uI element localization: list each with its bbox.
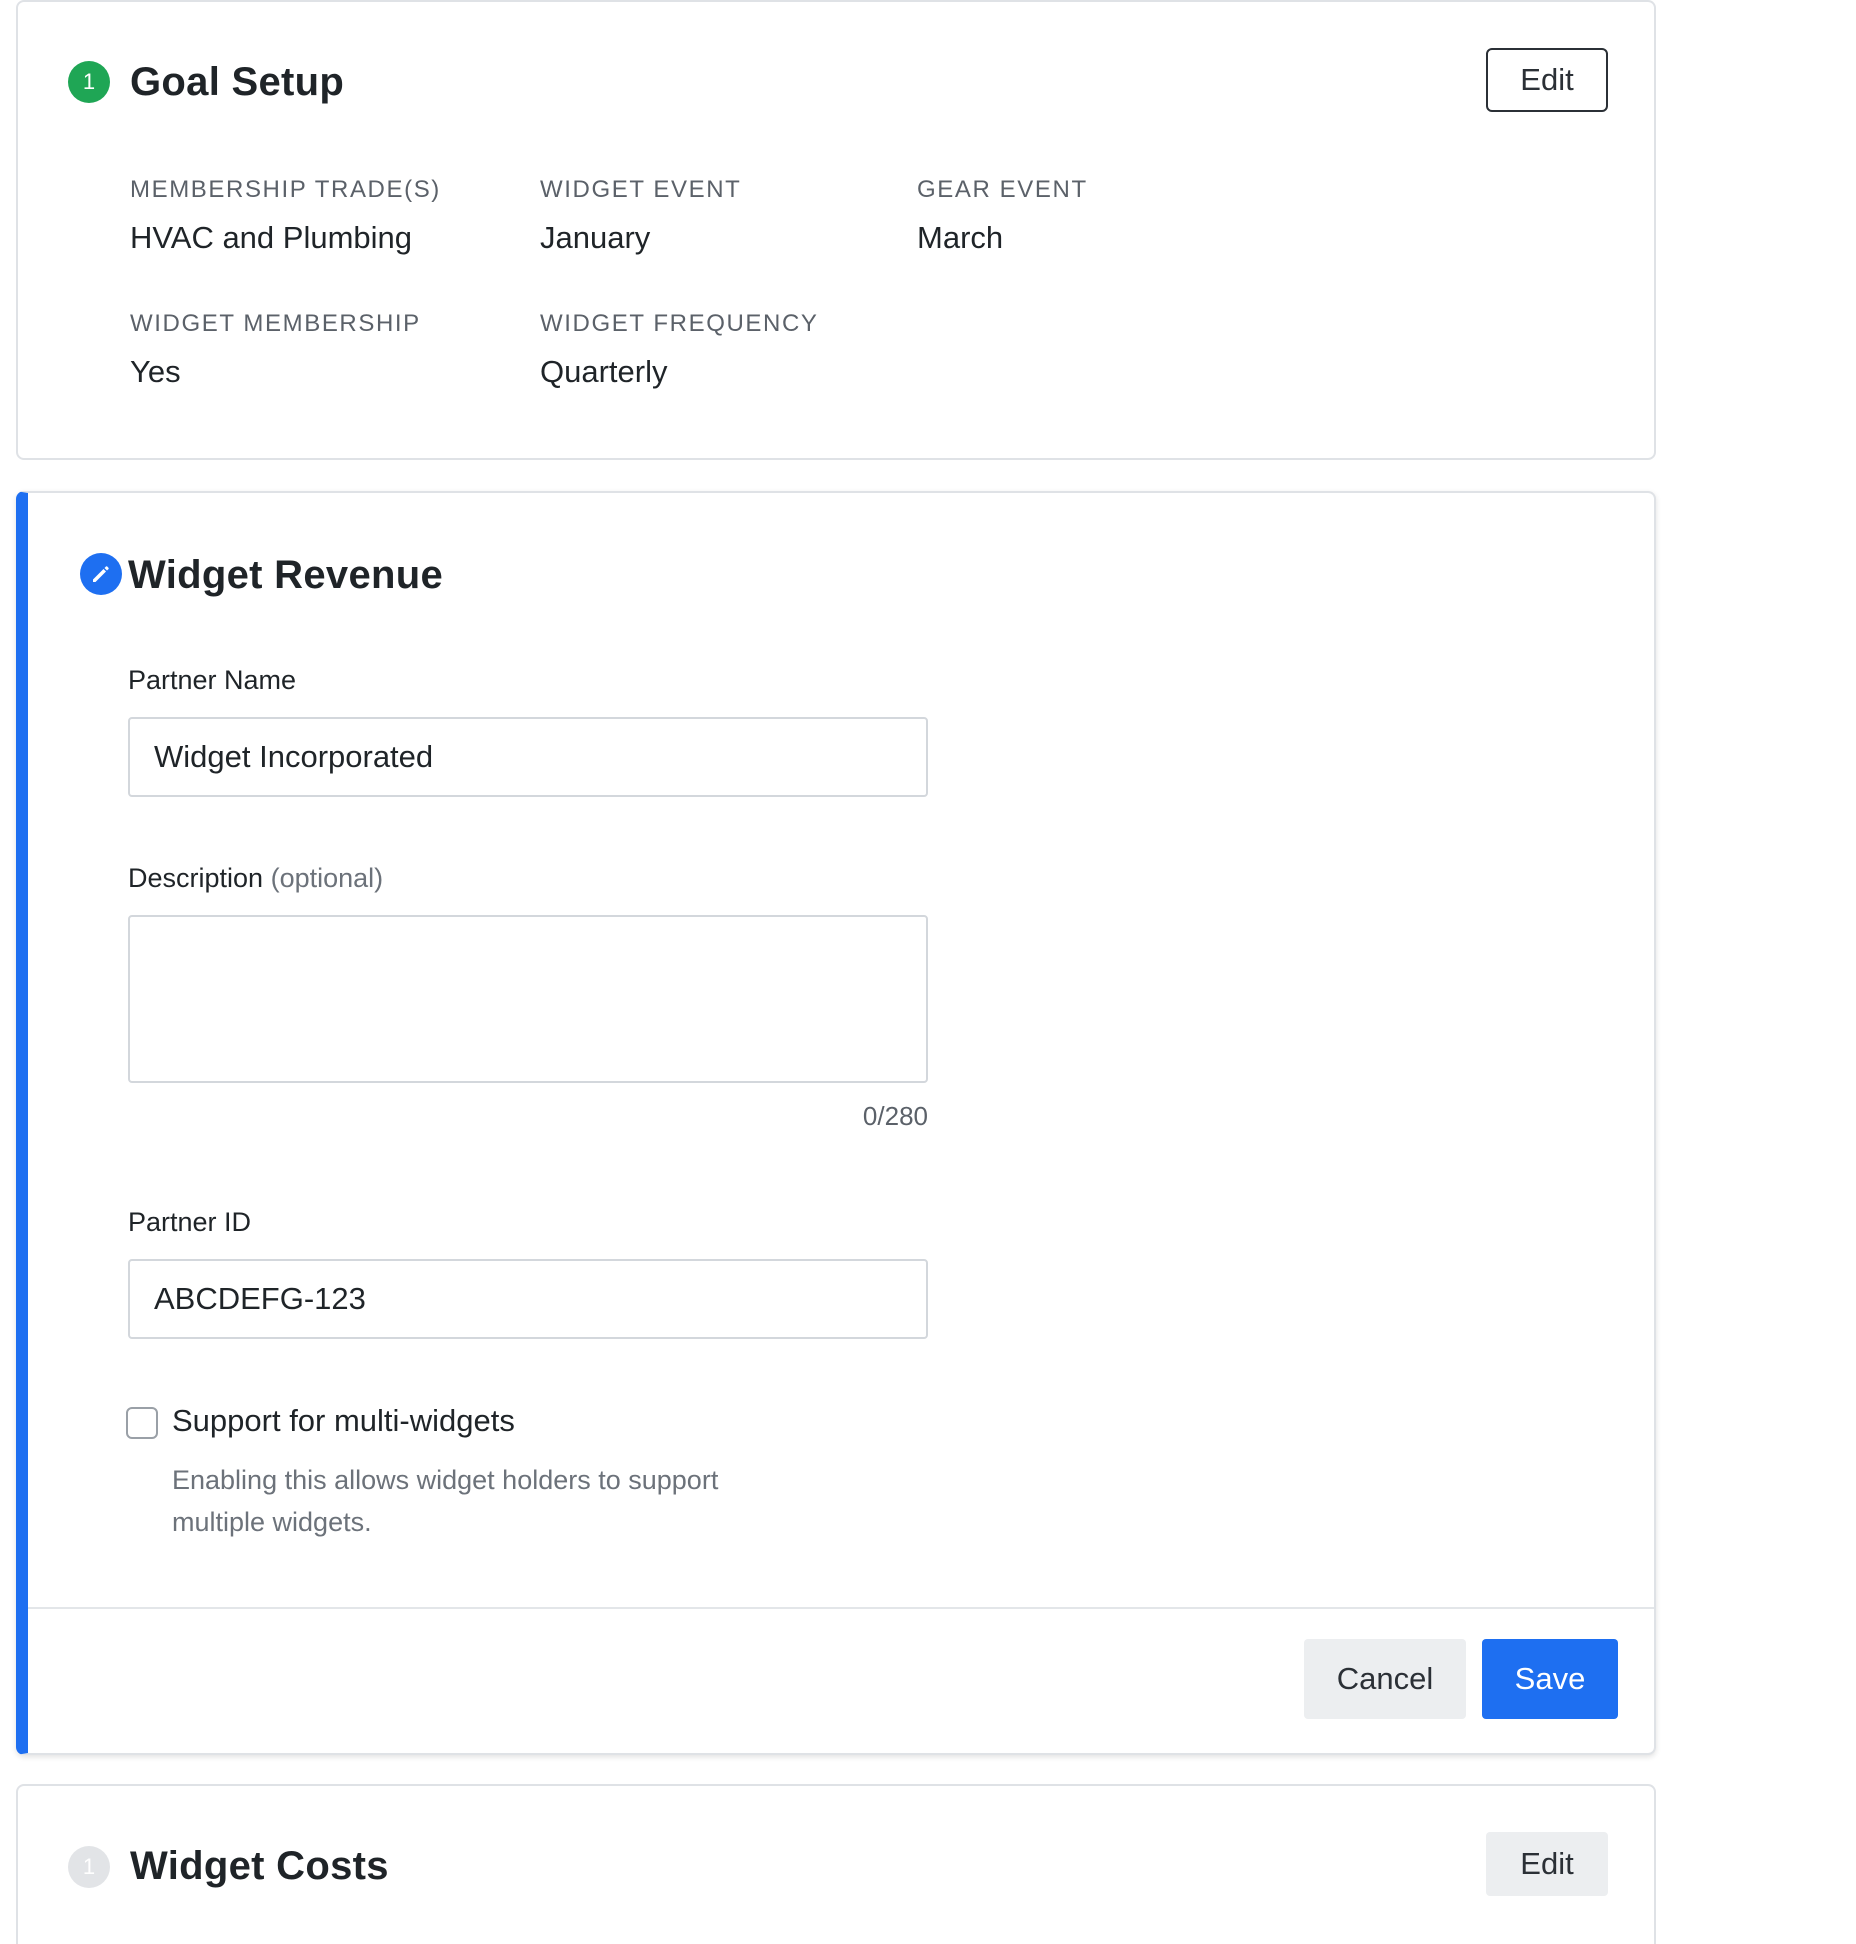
goal-setup-edit-button[interactable]: Edit	[1486, 48, 1608, 112]
gear-event-value: March	[917, 220, 1004, 255]
widget-costs-title: Widget Costs	[130, 1844, 389, 1888]
step-number-badge-disabled: 1	[68, 1846, 110, 1888]
widget-revenue-title: Widget Revenue	[128, 553, 444, 597]
description-char-count: 0/280	[862, 1101, 928, 1131]
partner-name-input[interactable]	[128, 717, 928, 797]
multi-widgets-label[interactable]: Support for multi-widgets	[172, 1403, 515, 1439]
goal-setup-card: 1 Goal Setup Edit MEMBERSHIP TRADE(S) HV…	[16, 0, 1656, 460]
step-number: 1	[82, 1854, 96, 1879]
partner-id-label: Partner ID	[128, 1207, 252, 1237]
pencil-icon	[80, 553, 122, 595]
description-textarea[interactable]	[128, 915, 928, 1083]
widget-frequency-value: Quarterly	[540, 354, 668, 389]
description-label: Description	[128, 863, 264, 893]
goal-setup-title: Goal Setup	[130, 60, 345, 104]
widget-costs-card: 1 Widget Costs Edit	[16, 1784, 1656, 1944]
description-label-row: Description (optional)	[128, 863, 383, 894]
partner-name-label: Partner Name	[128, 665, 297, 695]
step-number: 1	[82, 69, 96, 94]
widget-membership-value: Yes	[130, 354, 181, 389]
optional-tag: (optional)	[270, 863, 384, 893]
help-line-1: Enabling this allows widget holders to s…	[172, 1465, 719, 1495]
widget-frequency-label: WIDGET FREQUENCY	[540, 310, 819, 337]
save-button[interactable]: Save	[1482, 1639, 1618, 1719]
step-number-badge: 1	[68, 61, 110, 103]
widget-membership-label: WIDGET MEMBERSHIP	[130, 310, 421, 337]
membership-trades-label: MEMBERSHIP TRADE(S)	[130, 176, 441, 203]
cancel-button[interactable]: Cancel	[1304, 1639, 1466, 1719]
widget-revenue-card: Widget Revenue Partner Name Description …	[16, 491, 1656, 1755]
widget-event-label: WIDGET EVENT	[540, 176, 742, 203]
help-line-2: multiple widgets.	[172, 1507, 372, 1537]
multi-widgets-help: Enabling this allows widget holders to s…	[172, 1459, 792, 1543]
membership-trades-value: HVAC and Plumbing	[130, 220, 413, 255]
widget-costs-edit-button[interactable]: Edit	[1486, 1832, 1608, 1896]
multi-widgets-checkbox[interactable]	[126, 1407, 158, 1439]
widget-event-value: January	[540, 220, 651, 255]
gear-event-label: GEAR EVENT	[917, 176, 1088, 203]
partner-id-input[interactable]	[128, 1259, 928, 1339]
footer-divider	[28, 1607, 1654, 1609]
